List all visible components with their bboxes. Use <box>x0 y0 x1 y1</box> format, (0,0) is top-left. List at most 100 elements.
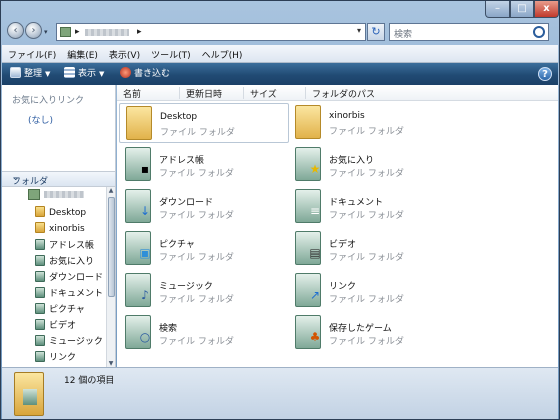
downloads-icon: ↓ <box>125 189 151 223</box>
user-folder-icon <box>28 189 40 200</box>
file-item[interactable]: ▪ アドレス帳 ファイル フォルダ <box>119 145 289 185</box>
file-item-name: ミュージック <box>159 282 213 292</box>
tree-item-user[interactable] <box>28 189 84 203</box>
file-item-name: お気に入り <box>329 156 375 166</box>
tree-item[interactable]: ビデオ <box>35 318 76 332</box>
file-item-type: ファイル フォルダ <box>159 253 234 263</box>
file-item-type: ファイル フォルダ <box>159 211 234 221</box>
refresh-button[interactable]: ↻ <box>367 23 385 41</box>
tree-item[interactable]: Desktop <box>35 206 86 220</box>
file-item[interactable]: ↓ ダウンロード ファイル フォルダ <box>119 187 289 227</box>
tree-item[interactable]: アドレス帳 <box>35 238 94 252</box>
tree-item[interactable]: ドキュメント <box>35 286 103 300</box>
menu-tools[interactable]: ツール(T) <box>145 45 196 61</box>
back-arrow-icon[interactable]: ‹ <box>7 22 24 39</box>
maximize-button[interactable]: □ <box>510 1 534 18</box>
links-icon <box>35 351 45 362</box>
minimize-button[interactable]: – <box>485 1 510 18</box>
file-item-type: ファイル フォルダ <box>159 169 234 179</box>
file-item-type: ファイル フォルダ <box>160 128 235 138</box>
scroll-down-arrow-icon[interactable]: ▼ <box>107 360 115 367</box>
favorite-links-header: お気に入りリンク <box>12 96 85 106</box>
views-icon <box>64 67 75 78</box>
folder-icon <box>295 105 321 139</box>
file-item-name: xinorbis <box>329 111 365 121</box>
address-dropdown-icon[interactable]: ▾ <box>357 26 361 35</box>
tree-item-label: Desktop <box>49 208 87 218</box>
file-item-name: リンク <box>329 282 357 292</box>
favorites-icon <box>35 255 45 266</box>
pictures-icon: ▣ <box>125 231 151 265</box>
organize-button[interactable]: 整理 ▼ <box>10 67 50 81</box>
music-icon <box>35 335 45 346</box>
tree-item[interactable]: ピクチャ <box>35 302 85 316</box>
file-item[interactable]: ▤ ビデオ ファイル フォルダ <box>289 229 459 269</box>
chevron-up-icon[interactable]: ⌄ <box>12 173 110 183</box>
documents-icon <box>35 287 45 298</box>
searches-icon: ○ <box>125 315 151 349</box>
file-item[interactable]: ↗ リンク ファイル フォルダ <box>289 271 459 311</box>
tree-item[interactable]: ミュージック <box>35 334 103 348</box>
file-list-pane: 名前 更新日時 サイズ フォルダのパス Desktop ファイル フォルダ xi… <box>117 85 558 367</box>
close-button[interactable]: x <box>534 1 559 18</box>
file-item-name: 検索 <box>159 324 178 334</box>
menu-view[interactable]: 表示(V) <box>103 45 145 61</box>
folder-icon <box>126 106 152 140</box>
pictures-icon <box>35 303 45 314</box>
details-pane: 12 個の項目 <box>2 367 558 419</box>
scrollbar-thumb[interactable] <box>108 197 115 297</box>
file-item[interactable]: ♣ 保存したゲーム ファイル フォルダ <box>289 313 459 353</box>
tree-item[interactable]: ダウンロード <box>35 270 103 284</box>
breadcrumb-separator-icon[interactable]: ▸ <box>75 27 80 37</box>
videos-icon: ▤ <box>295 231 321 265</box>
tree-scrollbar[interactable]: ▲ ▼ <box>106 187 115 367</box>
file-item[interactable]: ★ お気に入り ファイル フォルダ <box>289 145 459 185</box>
column-size[interactable]: サイズ <box>243 87 277 100</box>
file-item-type: ファイル フォルダ <box>329 295 404 305</box>
file-item-type: ファイル フォルダ <box>329 127 404 137</box>
column-date-modified[interactable]: 更新日時 <box>179 87 222 100</box>
scroll-up-arrow-icon[interactable]: ▲ <box>107 187 115 194</box>
breadcrumb-separator-icon[interactable]: ▸ <box>137 27 142 37</box>
tree-item[interactable]: リンク <box>35 350 76 364</box>
menu-bar: ファイル(F) 編集(E) 表示(V) ツール(T) ヘルプ(H) <box>2 45 558 63</box>
tree-item-label: アドレス帳 <box>49 241 95 251</box>
breadcrumb-user-folder[interactable] <box>85 29 129 36</box>
tree-item[interactable]: お気に入り <box>35 254 94 268</box>
file-item[interactable]: ○ 検索 ファイル フォルダ <box>119 313 289 353</box>
search-icon[interactable] <box>533 26 545 38</box>
menu-help[interactable]: ヘルプ(H) <box>196 45 248 61</box>
file-item[interactable]: xinorbis ファイル フォルダ <box>289 103 459 143</box>
column-folder-path[interactable]: フォルダのパス <box>305 87 375 100</box>
folders-toggle[interactable]: フォルダ ⌄ <box>2 171 115 187</box>
views-button[interactable]: 表示 ▼ <box>64 67 104 81</box>
search-input[interactable]: 検索 <box>389 23 549 41</box>
downloads-icon <box>35 271 45 282</box>
forward-arrow-icon[interactable]: › <box>25 22 42 39</box>
search-placeholder: 検索 <box>394 30 413 40</box>
organize-icon <box>10 67 21 78</box>
help-icon[interactable]: ? <box>538 67 552 81</box>
navigation-pane: お気に入りリンク (なし) フォルダ ⌄ Desktop xinorbis アド… <box>2 85 116 367</box>
file-item-type: ファイル フォルダ <box>329 253 404 263</box>
folder-icon <box>14 372 44 416</box>
file-item[interactable]: ♪ ミュージック ファイル フォルダ <box>119 271 289 311</box>
file-item[interactable]: ≡ ドキュメント ファイル フォルダ <box>289 187 459 227</box>
folder-tree: Desktop xinorbis アドレス帳 お気に入り ダウンロード ドキュメ… <box>2 187 106 367</box>
tree-item-label: ダウンロード <box>49 273 104 283</box>
recent-pages-dropdown-icon[interactable]: ▾ <box>44 28 48 36</box>
file-item[interactable]: Desktop ファイル フォルダ <box>119 103 289 143</box>
tree-item-label: お気に入り <box>49 257 95 267</box>
saved-games-icon: ♣ <box>295 315 321 349</box>
menu-edit[interactable]: 編集(E) <box>61 45 103 61</box>
links-icon: ↗ <box>295 273 321 307</box>
file-item[interactable]: ▣ ピクチャ ファイル フォルダ <box>119 229 289 269</box>
tree-item[interactable]: xinorbis <box>35 222 85 236</box>
favorite-links-empty: (なし) <box>28 116 54 126</box>
file-item-type: ファイル フォルダ <box>329 337 404 347</box>
address-bar[interactable]: ▸ ▸ ▾ <box>56 23 366 41</box>
burn-button[interactable]: 書き込む <box>120 67 170 81</box>
chevron-down-icon: ▼ <box>99 70 105 78</box>
column-name[interactable]: 名前 <box>117 87 141 100</box>
menu-file[interactable]: ファイル(F) <box>2 45 61 61</box>
